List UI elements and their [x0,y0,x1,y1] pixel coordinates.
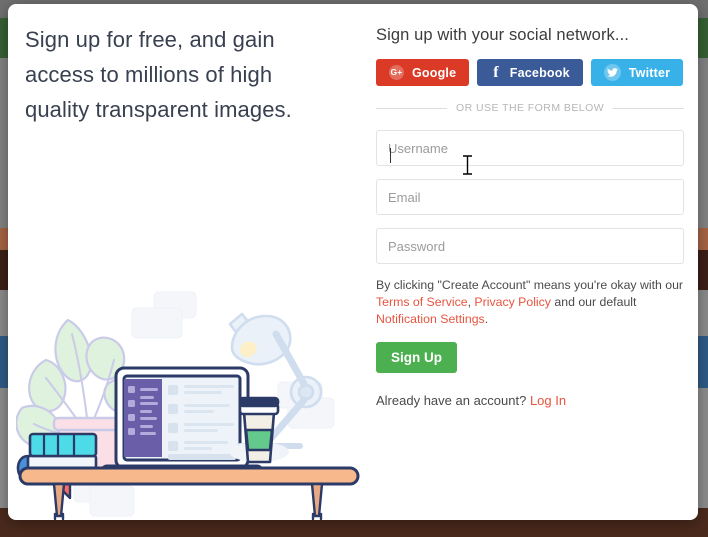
privacy-policy-link[interactable]: Privacy Policy [474,295,551,309]
login-prompt-line: Already have an account? Log In [376,393,684,408]
log-in-link[interactable]: Log In [530,393,566,408]
social-buttons-row: G+ Google f Facebook Twitter [376,59,684,86]
signup-form-panel: Sign up with your social network... G+ G… [370,4,698,520]
sign-up-button[interactable]: Sign Up [376,342,457,373]
promo-heading: Sign up for free, and gain access to mil… [25,27,292,122]
divider-rule-left [376,107,447,109]
form-divider: OR USE THE FORM BELOW [376,102,685,114]
terms-of-service-link[interactable]: Terms of Service [376,295,468,309]
legal-disclaimer: By clicking "Create Account" means you'r… [376,277,684,328]
email-input[interactable] [376,179,684,215]
username-input[interactable] [376,130,684,166]
facebook-icon: f [493,63,499,81]
twitter-icon [603,64,621,81]
desk-workspace-illustration [16,291,360,520]
facebook-signup-button[interactable]: f Facebook [477,59,583,86]
twitter-button-label: Twitter [628,65,671,80]
twitter-signup-button[interactable]: Twitter [590,59,684,86]
divider-rule-right [613,107,685,109]
legal-text-part1: By clicking "Create Account" means you'r… [376,278,684,292]
social-signup-heading: Sign up with your social network... [376,26,629,44]
legal-period: . [484,312,489,326]
text-caret [390,148,391,163]
divider-label: OR USE THE FORM BELOW [455,102,605,114]
password-input[interactable] [376,228,684,264]
google-button-label: Google [412,65,457,80]
legal-text-part2: and our default [550,295,637,309]
notification-settings-link[interactable]: Notification Settings [376,312,485,326]
google-signup-button[interactable]: G+ Google [376,59,470,86]
google-plus-icon: G+ [389,65,404,80]
signup-modal: Sign up for free, and gain access to mil… [8,4,698,520]
facebook-button-label: Facebook [509,65,570,80]
login-prompt-text: Already have an account? [376,393,530,408]
promo-panel: Sign up for free, and gain access to mil… [8,4,370,520]
